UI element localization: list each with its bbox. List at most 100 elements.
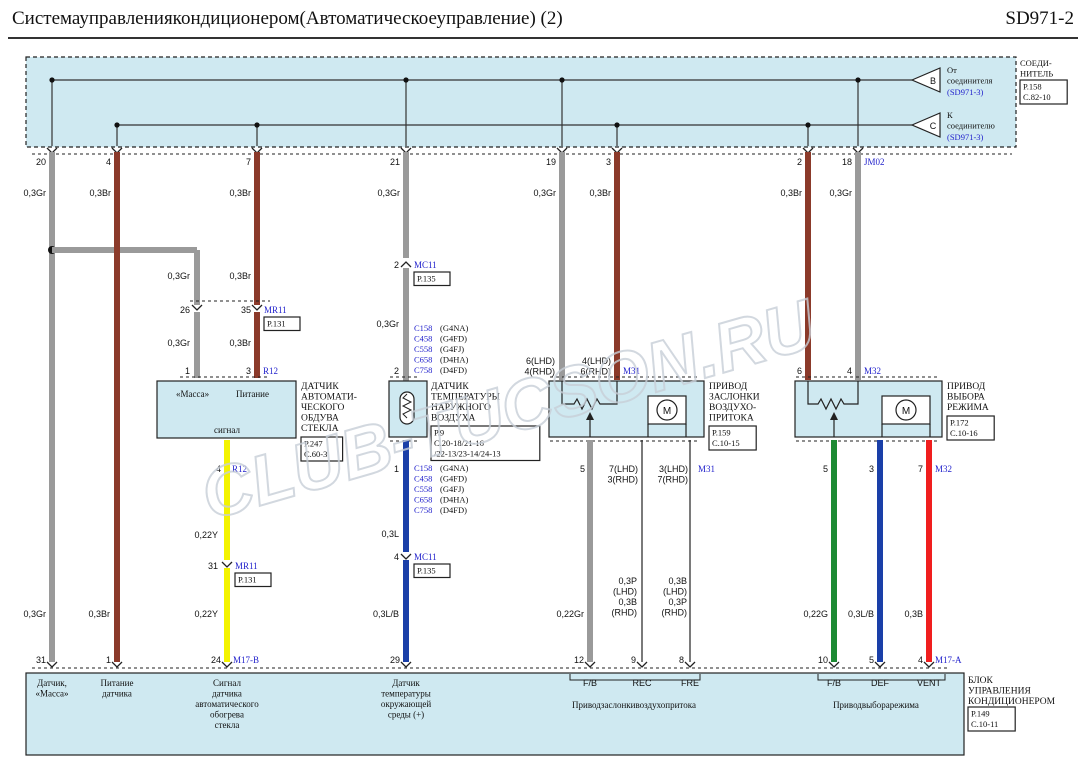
ecu-pin-label: окружающей [381, 699, 431, 709]
pin-number: 35 [241, 305, 251, 315]
sensor-defrost-title: ДАТЧИК [301, 382, 339, 392]
wire-gauge: 0,3L/B [373, 609, 399, 619]
connector-c-ref: (SD971-3) [947, 132, 984, 142]
wire-gauge: 0,3Br [229, 188, 251, 198]
page-ref-box-text: P.131 [267, 319, 286, 329]
ecu-pin-label: REC [632, 678, 652, 688]
wire-gauge: 0,3Br [89, 188, 111, 198]
mode-actuator-ref-text: C.10-16 [950, 428, 978, 438]
wire-gauge: 0,3B [618, 597, 637, 607]
junction-dot [855, 77, 861, 83]
engine-code: (G4FD) [440, 474, 467, 484]
connector-b-ref: (SD971-3) [947, 87, 984, 97]
pin-number: 21 [390, 157, 400, 167]
pin-number: 24 [211, 655, 221, 665]
wire-gauge: 0,3P [668, 597, 687, 607]
mode-actuator-ref-text: P.172 [950, 418, 969, 428]
pin-number: 2 [797, 157, 802, 167]
ecu-title: КОНДИЦИОНЕРОМ [968, 697, 1056, 707]
wiring-diagram: BCОтсоединителя(SD971-3)Ксоединителю(SD9… [23, 56, 1068, 756]
wire-gauge: 0,3Gr [376, 319, 399, 329]
connector-chevron [221, 561, 233, 568]
wire-gauge: 0,3Gr [829, 188, 852, 198]
pin-number: 3(LHD) [659, 464, 688, 474]
wire-gauge: 0,3Br [229, 338, 251, 348]
pin-number: 2 [394, 366, 399, 376]
connector-code: MR11 [264, 305, 287, 315]
sensor-signal-label: сигнал [214, 425, 240, 435]
connector-b-letter: B [930, 76, 936, 86]
pin-number: 3 [246, 366, 251, 376]
wire-gauge: 0,3B [904, 609, 923, 619]
pin-number: 5 [823, 464, 828, 474]
pin-number: 12 [574, 655, 584, 665]
ecu-pin-label: Сигнал [213, 678, 241, 688]
connector-code: C558 [414, 344, 432, 354]
pin-number: 7 [246, 157, 251, 167]
pin-number: 19 [546, 157, 556, 167]
engine-code: (D4FD) [440, 365, 467, 375]
pin-number: 3 [606, 157, 611, 167]
connector-code: C458 [414, 334, 432, 344]
engine-code: (G4NA) [440, 323, 468, 333]
ecu-pin-label: датчика [102, 689, 132, 699]
ecu-ref-text: P.149 [971, 709, 990, 719]
pin-number: 1 [106, 655, 111, 665]
wire-gauge: 0,22G [803, 609, 828, 619]
connector-code: C658 [414, 355, 432, 365]
mode-actuator-title: РЕЖИМА [947, 403, 989, 413]
pin-number: 6 [797, 366, 802, 376]
connector-chevron [584, 661, 596, 668]
pin-number: 31 [36, 655, 46, 665]
mode-actuator-title: ВЫБОРА [947, 393, 985, 403]
wire-gauge: 0,3B [668, 576, 687, 586]
engine-code: (D4FD) [440, 505, 467, 515]
page-ref-box-text: P.135 [417, 566, 436, 576]
engine-code: (G4FD) [440, 334, 467, 344]
page-ref-box-text: P.135 [417, 274, 436, 284]
ecu-pin-label: автоматического [195, 699, 259, 709]
connector-code: C758 [414, 505, 432, 515]
wire-gauge: 0,3L [381, 529, 399, 539]
pin-number: 18 [842, 157, 852, 167]
ecu-pin-label: «Масса» [35, 689, 68, 699]
page-ref-box-text: P.131 [238, 575, 257, 585]
intake-actuator-ref-text: C.10-15 [712, 438, 740, 448]
ecu-title: УПРАВЛЕНИЯ [968, 687, 1031, 697]
connector-block-ref-text: C.82-10 [1023, 92, 1051, 102]
ecu-pin-label: Питание [101, 678, 134, 688]
pin-number: 5 [580, 464, 585, 474]
wire-gauge: (LHD) [613, 587, 637, 597]
pin-number: 4 [394, 552, 399, 562]
connector-block-ref-text: P.158 [1023, 82, 1042, 92]
ecu-pin-label: F/B [827, 678, 841, 688]
wire-gauge: 0,3L/B [848, 609, 874, 619]
wire-gauge: (RHD) [662, 608, 688, 618]
ecu-pin-label: FRE [681, 678, 699, 688]
connector-chevron [46, 661, 58, 668]
wire-gauge: 0,3Gr [377, 188, 400, 198]
pin-number: 3 [869, 464, 874, 474]
pin-number: 2 [394, 260, 399, 270]
ecu-ref-text: C.10-11 [971, 719, 998, 729]
intake-actuator-ref-text: P.159 [712, 428, 731, 438]
connector-block [25, 56, 1017, 148]
intake-actuator-title: ВОЗДУХО- [709, 403, 756, 413]
connector-chevron [684, 661, 696, 668]
pin-number: 7(LHD) [609, 464, 638, 474]
pin-number: 20 [36, 157, 46, 167]
pin-number: 4 [918, 655, 923, 665]
connector-code: R12 [263, 366, 278, 376]
junction-dot [559, 77, 565, 83]
pin-number: 9 [631, 655, 636, 665]
connector-code: MC11 [414, 552, 437, 562]
intake-actuator-title: ЗАСЛОНКИ [709, 393, 760, 403]
junction-dot [614, 122, 620, 128]
wire-gauge: 0,3Gr [533, 188, 556, 198]
ecu-pin-label: температуры [381, 689, 431, 699]
wire-gauge: (LHD) [663, 587, 687, 597]
wire-gauge: (RHD) [612, 608, 638, 618]
connector-code: M31 [698, 464, 715, 474]
ecu-pin-label: обогрева [210, 710, 244, 720]
pin-number: 7 [918, 464, 923, 474]
